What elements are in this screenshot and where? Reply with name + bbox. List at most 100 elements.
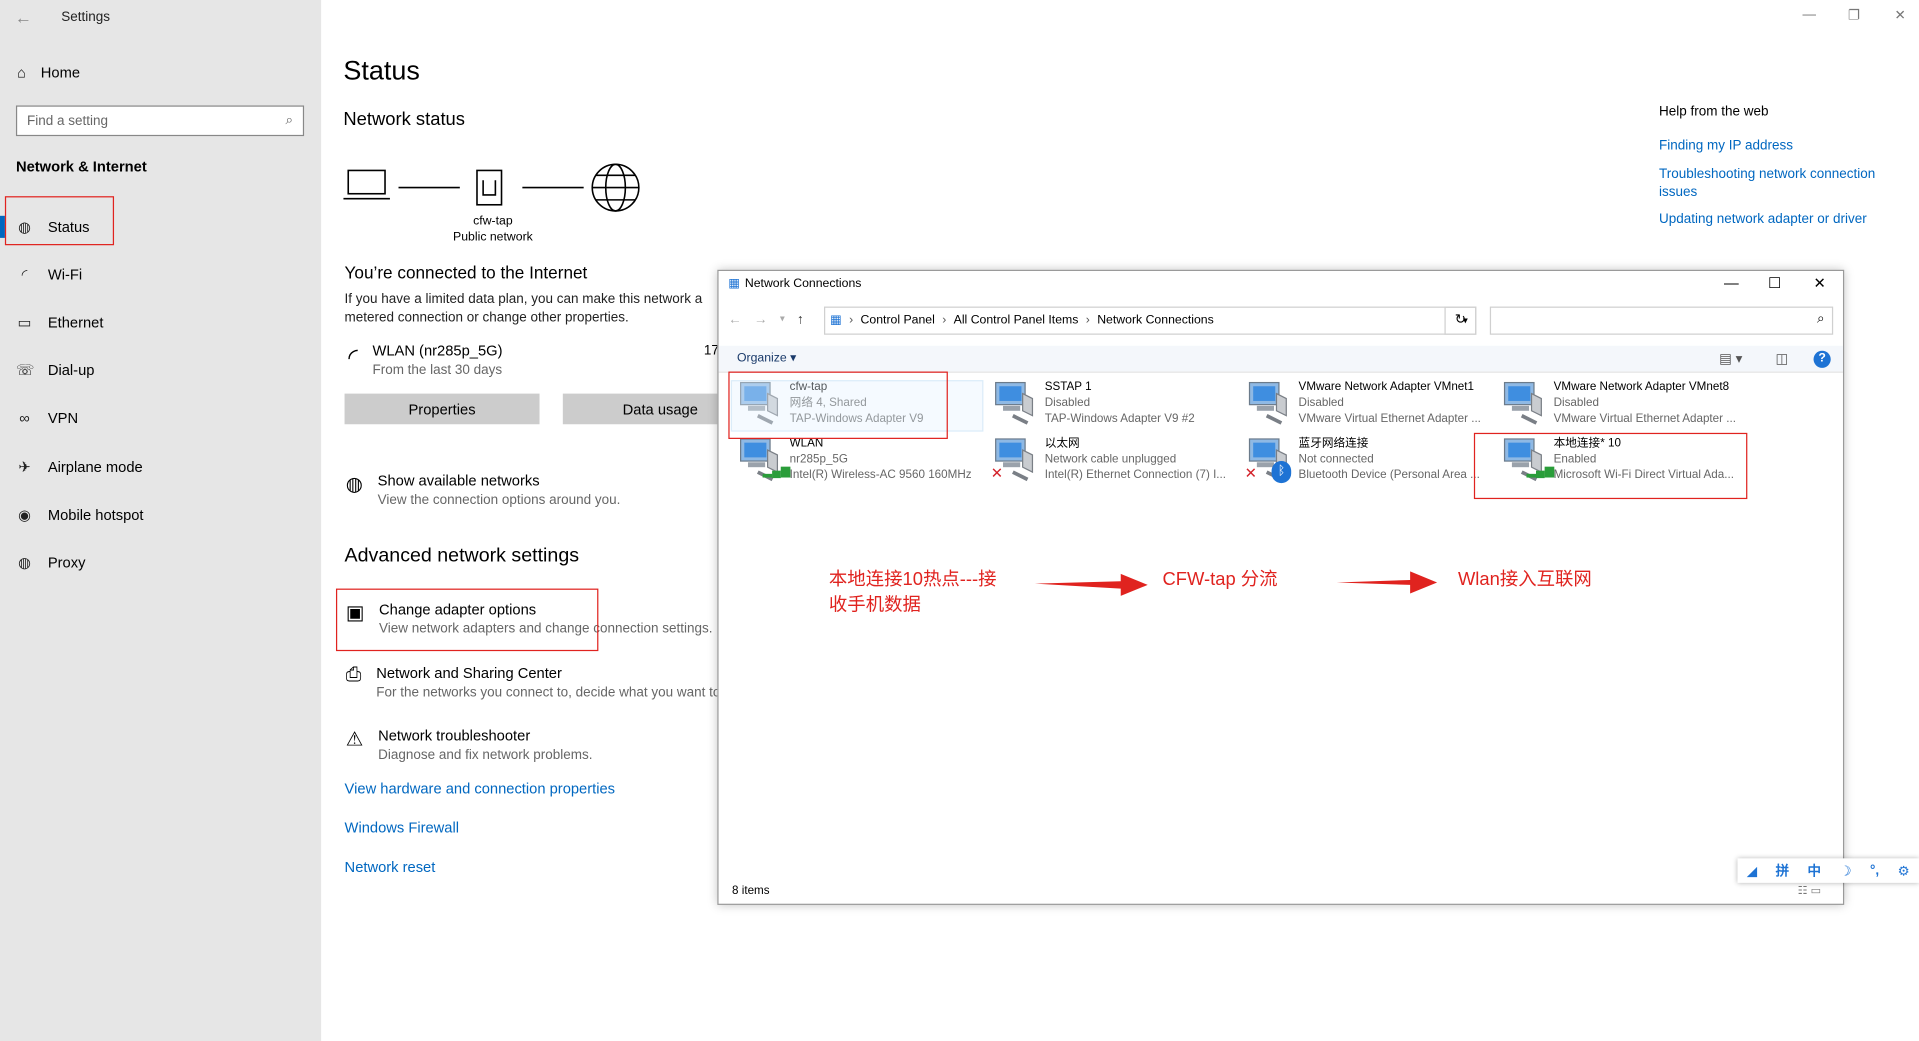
network-connections-window: ▦ Network Connections — ☐ ✕ ← → ▾ ↑ ▦ › … xyxy=(717,269,1845,905)
nc-search-input[interactable]: ⌕ xyxy=(1489,306,1834,335)
vpn-icon: ∞ xyxy=(19,409,30,428)
app-title: Settings xyxy=(61,9,111,25)
wlan-name: WLAN (nr285p_5G) xyxy=(372,342,503,360)
close-icon[interactable]: ✕ xyxy=(1894,7,1905,24)
diagram-label: cfw-tap Public network xyxy=(438,213,548,245)
network-adapter-icon: ✕ xyxy=(991,435,1038,484)
dropdown-icon[interactable]: ▾ xyxy=(780,313,785,328)
adapter-name: VMware Network Adapter VMnet8 xyxy=(1553,380,1730,394)
troubleshooter-link[interactable]: ⚠ Network troubleshooter Diagnose and fi… xyxy=(346,727,593,763)
highlight-box-local-10 xyxy=(1473,432,1748,500)
help-icon[interactable]: ? xyxy=(1813,350,1831,368)
sidebar-item-dialup[interactable]: ☏ Dial-up xyxy=(0,346,321,394)
search-placeholder: Find a setting xyxy=(26,113,108,129)
back-arrow-icon[interactable]: ← xyxy=(15,7,32,27)
network-adapter-icon: ▂▄▆ xyxy=(736,435,790,484)
network-reset-link[interactable]: Network reset xyxy=(345,858,436,875)
adapter-name: 蓝牙网络连接 xyxy=(1298,436,1369,451)
nc-close-icon[interactable]: ✕ xyxy=(1814,275,1826,292)
sidebar-item-label: Ethernet xyxy=(47,313,104,332)
properties-button[interactable]: Properties xyxy=(344,393,540,425)
adapter-name: cfw-tap xyxy=(473,214,513,229)
breadcrumb-item[interactable]: All Control Panel Items xyxy=(954,314,1079,327)
adapter-item[interactable]: ✕ 以太网 Network cable unplugged Intel(R) Ethe… xyxy=(991,435,1242,489)
show-networks-link[interactable]: ◍ Show available networks View the conne… xyxy=(346,472,621,508)
nc-title-bar: ▦ Network Connections xyxy=(728,277,861,290)
adapter-status: Disabled xyxy=(1298,396,1344,410)
annotation-line: 收手机数据 xyxy=(828,594,921,616)
highlight-box-cfw-tap xyxy=(728,371,948,439)
sidebar-item-ethernet[interactable]: ▭ Ethernet xyxy=(0,298,321,346)
adapter-text: VMware Network Adapter VMnet8 Disabled VMw… xyxy=(1554,379,1736,433)
adapter-device: Intel(R) Wireless-AC 9560 160MHz xyxy=(789,468,972,482)
refresh-button[interactable]: ↻ xyxy=(1444,306,1477,335)
back-icon[interactable]: ← xyxy=(728,313,741,328)
adapter-text: 以太网 Network cable unplugged Intel(R) Ether… xyxy=(1045,435,1226,489)
advanced-heading: Advanced network settings xyxy=(344,545,580,567)
help-link-troubleshoot[interactable]: Troubleshooting network connection issue… xyxy=(1659,166,1904,203)
adapter-status: Network cable unplugged xyxy=(1044,452,1177,466)
show-networks-subtitle: View the connection options around you. xyxy=(377,492,621,508)
connected-heading: You’re connected to the Internet xyxy=(344,262,588,283)
hardware-properties-link[interactable]: View hardware and connection properties xyxy=(345,780,615,797)
search-input[interactable]: Find a setting ⌕ xyxy=(15,105,305,137)
preview-pane-icon[interactable]: ◫ xyxy=(1776,351,1789,367)
ime-pinyin[interactable]: 拼 xyxy=(1776,861,1789,881)
adapter-item[interactable]: ▂▄▆ WLAN nr285p_5G Intel(R) Wireless-AC 956… xyxy=(736,435,987,489)
annotation-line: 本地连接10热点---接 xyxy=(828,568,997,590)
adapter-item[interactable]: SSTAP 1 Disabled TAP-Windows Adapter V9 #2 xyxy=(991,379,1242,433)
page-title: Status xyxy=(343,55,420,86)
breadcrumb-item[interactable]: Network Connections xyxy=(1097,314,1214,327)
search-icon: ⌕ xyxy=(1817,311,1825,327)
settings-icon[interactable]: ⚙ xyxy=(1898,863,1910,879)
view-toggle-icon[interactable]: ☷ ▭ xyxy=(1798,884,1821,897)
view-options-icon[interactable]: ▤ ▾ xyxy=(1719,351,1742,367)
adapter-status: Disabled xyxy=(1553,396,1599,410)
firewall-link[interactable]: Windows Firewall xyxy=(345,819,459,836)
sharing-center-subtitle: For the networks you connect to, decide … xyxy=(376,685,721,701)
breadcrumb-item[interactable]: Control Panel xyxy=(861,314,935,327)
help-link-ip[interactable]: Finding my IP address xyxy=(1659,137,1904,155)
arrow-icon xyxy=(1034,573,1148,596)
adapter-icon xyxy=(476,169,503,206)
adapter-item[interactable]: VMware Network Adapter VMnet1 Disabled VMw… xyxy=(1245,379,1496,433)
airplane-icon: ✈ xyxy=(18,458,31,476)
control-panel-icon: ▦ xyxy=(830,313,842,328)
globe-icon xyxy=(591,163,640,212)
network-adapter-icon xyxy=(1500,379,1547,428)
sharing-center-link[interactable]: ⎙ Network and Sharing Center For the net… xyxy=(346,665,721,701)
punctuation-icon[interactable]: °, xyxy=(1870,863,1879,878)
ime-logo-icon[interactable]: ◢ xyxy=(1747,863,1757,879)
annotation-wlan: Wlan接入互联网 xyxy=(1457,568,1592,590)
restore-icon[interactable]: ❐ xyxy=(1848,7,1860,24)
moon-icon[interactable]: ☽ xyxy=(1839,863,1851,879)
adapter-item[interactable]: ✕ ᛒ 蓝牙网络连接 Not connected Bluetooth Device (P… xyxy=(1245,435,1496,489)
ime-chinese[interactable]: 中 xyxy=(1808,861,1821,881)
adapter-item[interactable]: VMware Network Adapter VMnet8 Disabled VMw… xyxy=(1500,379,1751,433)
adapter-name: 以太网 xyxy=(1044,436,1080,451)
nc-minimize-icon[interactable]: — xyxy=(1724,275,1739,292)
adapter-device: Intel(R) Ethernet Connection (7) I... xyxy=(1044,468,1227,482)
bluetooth-icon: ᛒ xyxy=(1271,461,1292,484)
adapter-status: Disabled xyxy=(1044,396,1091,410)
sidebar-item-proxy[interactable]: ◍ Proxy xyxy=(0,539,321,587)
adapter-text: WLAN nr285p_5G Intel(R) Wireless-AC 9560 1… xyxy=(790,435,972,489)
sidebar-item-vpn[interactable]: ∞ VPN xyxy=(0,395,321,443)
network-adapter-icon xyxy=(991,379,1038,428)
organize-menu[interactable]: Organize ▾ xyxy=(737,352,796,365)
nc-maximize-icon[interactable]: ☐ xyxy=(1768,275,1781,292)
home-label: Home xyxy=(40,63,81,81)
help-title: Help from the web xyxy=(1659,104,1769,119)
minimize-icon[interactable]: — xyxy=(1803,7,1816,22)
home-button[interactable]: ⌂ Home xyxy=(17,64,80,81)
forward-icon[interactable]: → xyxy=(754,313,767,328)
sidebar-item-hotspot[interactable]: ◉ Mobile hotspot xyxy=(0,491,321,539)
sidebar-item-label: Mobile hotspot xyxy=(47,506,144,524)
up-icon[interactable]: ↑ xyxy=(797,313,804,328)
help-link-driver[interactable]: Updating network adapter or driver xyxy=(1659,211,1904,229)
address-bar[interactable]: ▦ › Control Panel › All Control Panel It… xyxy=(824,306,1477,335)
troubleshooter-subtitle: Diagnose and fix network problems. xyxy=(378,747,593,763)
sharing-center-title: Network and Sharing Center xyxy=(376,664,562,682)
sidebar-item-airplane[interactable]: ✈ Airplane mode xyxy=(0,443,321,491)
sidebar-item-wifi[interactable]: ◜ Wi-Fi xyxy=(0,250,321,298)
